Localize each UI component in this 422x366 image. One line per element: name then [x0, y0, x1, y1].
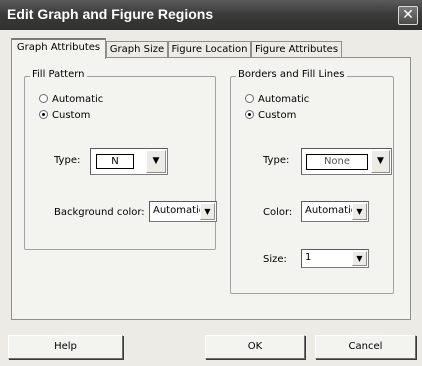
border-size-label: Size:	[263, 254, 287, 265]
close-button[interactable]: ✕	[398, 6, 418, 25]
cancel-button-label: Cancel	[348, 341, 383, 352]
tab-label: Graph Size	[109, 44, 165, 55]
border-type-label: Type:	[263, 155, 290, 166]
chevron-down-icon[interactable]: ▼	[371, 150, 390, 173]
tab-label: Graph Attributes	[16, 42, 101, 53]
help-button-label: Help	[54, 341, 77, 352]
tab-panel: Fill Pattern Automatic Custom Type: N ▼ …	[11, 57, 411, 320]
tab-label: Figure Location	[171, 44, 248, 55]
title-bar[interactable]: Edit Graph and Figure Regions ✕	[0, 0, 422, 30]
tab-graph-size[interactable]: Graph Size	[106, 41, 168, 58]
border-color-dropdown[interactable]: Automatic ▼	[301, 201, 369, 222]
chevron-down-icon[interactable]: ▼	[352, 251, 367, 266]
background-color-dropdown[interactable]: Automatic ▼	[149, 201, 217, 222]
tab-graph-attributes[interactable]: Graph Attributes	[11, 38, 106, 59]
background-color-value: Automatic	[153, 205, 205, 216]
tab-label: Figure Attributes	[254, 44, 339, 55]
border-color-value: Automatic	[305, 205, 357, 216]
border-automatic-label: Automatic	[258, 94, 310, 105]
fill-type-value: N	[96, 154, 134, 169]
fill-type-dropdown[interactable]: N ▼	[90, 148, 168, 175]
border-size-value: 1	[305, 252, 312, 263]
chevron-down-icon[interactable]: ▼	[200, 203, 215, 220]
window-title: Edit Graph and Figure Regions	[7, 6, 214, 22]
dialog-window: Edit Graph and Figure Regions ✕ Graph At…	[0, 0, 422, 366]
fill-type-label: Type:	[54, 155, 81, 166]
fill-custom-radio[interactable]: Custom	[39, 110, 90, 121]
borders-group: Borders and Fill Lines Automatic Custom …	[230, 69, 394, 294]
ok-button-label: OK	[247, 341, 263, 352]
fill-pattern-legend: Fill Pattern	[30, 69, 87, 80]
background-color-label: Background color:	[54, 207, 145, 218]
chevron-down-icon[interactable]: ▼	[352, 203, 367, 220]
border-type-dropdown[interactable]: None ▼	[301, 148, 392, 175]
fill-automatic-label: Automatic	[52, 94, 104, 105]
cancel-button[interactable]: Cancel	[315, 335, 416, 359]
tab-figure-attributes[interactable]: Figure Attributes	[251, 41, 342, 58]
tab-figure-location[interactable]: Figure Location	[168, 41, 251, 58]
border-automatic-radio[interactable]: Automatic	[245, 94, 309, 105]
fill-pattern-group: Fill Pattern Automatic Custom Type: N ▼ …	[24, 69, 217, 250]
fill-custom-label: Custom	[52, 110, 91, 121]
radio-checked-icon	[39, 110, 48, 119]
radio-unchecked-icon	[39, 94, 48, 103]
close-icon: ✕	[402, 7, 414, 23]
border-custom-radio[interactable]: Custom	[245, 110, 296, 121]
border-size-dropdown[interactable]: 1 ▼	[301, 249, 369, 268]
border-type-value: None	[306, 154, 368, 170]
chevron-down-icon[interactable]: ▼	[146, 150, 166, 173]
help-button[interactable]: Help	[8, 335, 123, 359]
border-color-label: Color:	[263, 207, 293, 218]
borders-legend: Borders and Fill Lines	[236, 69, 347, 80]
radio-unchecked-icon	[245, 94, 254, 103]
ok-button[interactable]: OK	[205, 335, 305, 359]
fill-automatic-radio[interactable]: Automatic	[39, 94, 103, 105]
border-custom-label: Custom	[258, 110, 297, 121]
radio-checked-icon	[245, 110, 254, 119]
